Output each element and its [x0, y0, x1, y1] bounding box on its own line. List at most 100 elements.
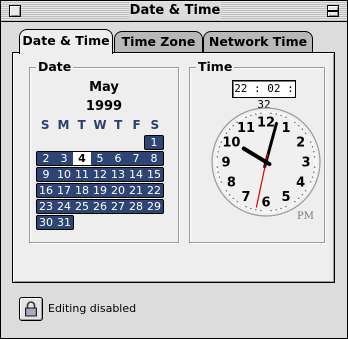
calendar-week-row: 2345678: [36, 151, 164, 166]
minute-tick: [245, 206, 247, 208]
calendar-day[interactable]: 24: [55, 200, 73, 213]
weekday-header: S: [150, 118, 160, 132]
clock-number: 1: [281, 121, 290, 136]
minute-tick: [217, 171, 219, 173]
minute-tick: [314, 166, 316, 168]
minute-tick: [311, 146, 314, 148]
time-field[interactable]: 22 : 02 : 32: [232, 80, 296, 111]
calendar-day[interactable]: 29: [145, 200, 163, 213]
minute-tick: [236, 200, 238, 203]
calendar-day[interactable]: 22: [145, 184, 163, 197]
minute-tick: [294, 200, 296, 203]
clock-center: [263, 159, 269, 165]
clock-number: 5: [281, 190, 290, 205]
minute-tick: [260, 112, 262, 114]
calendar-day[interactable]: 11: [73, 168, 91, 181]
minute-tick: [285, 206, 287, 208]
minute-tick: [250, 114, 252, 117]
clock-number: 11: [237, 121, 255, 136]
tab-network-time[interactable]: Network Time: [203, 31, 313, 52]
calendar-day-selected[interactable]: 4: [73, 152, 91, 165]
minute-tick: [314, 156, 316, 158]
calendar-day[interactable]: 16: [37, 184, 55, 197]
calendar-day[interactable]: 18: [73, 184, 91, 197]
minute-tick: [218, 176, 221, 178]
minute-tick: [232, 124, 234, 127]
minute-tick: [245, 116, 247, 118]
weekday-header-row: SMTWTFS: [36, 118, 164, 133]
clock-number: 10: [222, 136, 240, 151]
weekday-header: S: [40, 118, 50, 132]
minute-tick: [220, 181, 222, 183]
date-group-label: Date: [36, 59, 74, 74]
minute-tick: [275, 113, 277, 115]
calendar-day[interactable]: 2: [37, 152, 55, 165]
minute-tick: [270, 112, 272, 114]
minute-tick: [310, 141, 312, 143]
lock-icon: [25, 301, 37, 317]
calendar-day[interactable]: 13: [109, 168, 127, 181]
analog-clock: 12 12 3 45678 9 1011: [211, 107, 321, 217]
calendar-day[interactable]: 10: [55, 168, 73, 181]
minute-tick: [280, 207, 282, 210]
calendar-day[interactable]: 17: [55, 184, 73, 197]
calendar-day[interactable]: 30: [37, 216, 55, 229]
calendar-day[interactable]: 31: [55, 216, 73, 229]
title-bar[interactable]: Date & Time: [1, 1, 347, 22]
minute-tick: [218, 146, 221, 148]
weekday-header: T: [114, 118, 123, 132]
calendar-day[interactable]: 9: [37, 168, 55, 181]
calendar-week-row: 1: [144, 135, 164, 150]
calendar-day[interactable]: 21: [127, 184, 145, 197]
minute-tick: [313, 151, 315, 153]
date-time-window: Date & Time Date & Time Time Zone Networ…: [0, 0, 348, 339]
calendar-day[interactable]: 1: [145, 136, 163, 149]
minute-tick: [313, 171, 315, 173]
calendar-day[interactable]: 19: [91, 184, 109, 197]
minute-tick: [250, 207, 252, 210]
calendar-day[interactable]: 15: [145, 168, 163, 181]
minute-tick: [298, 124, 300, 127]
minute-tick: [232, 197, 234, 200]
calendar-day[interactable]: 3: [55, 152, 73, 165]
minute-tick: [255, 209, 257, 211]
clock-number: 2: [296, 136, 305, 151]
lock-button[interactable]: [19, 297, 43, 321]
tab-date-time[interactable]: Date & Time: [19, 29, 113, 54]
calendar-day[interactable]: 20: [109, 184, 127, 197]
calendar-day[interactable]: 5: [91, 152, 109, 165]
calendar-day[interactable]: 26: [91, 200, 109, 213]
minute-tick: [298, 197, 300, 200]
calendar-day[interactable]: 25: [73, 200, 91, 213]
minute-tick: [294, 121, 296, 124]
clock-number: 3: [301, 156, 310, 171]
minute-tick: [280, 114, 282, 117]
calendar-day[interactable]: 12: [91, 168, 109, 181]
minute-tick: [304, 132, 307, 134]
minute-tick: [217, 151, 219, 153]
calendar-day[interactable]: 28: [127, 200, 145, 213]
clock-number: 7: [241, 190, 250, 205]
minute-tick: [310, 181, 312, 183]
calendar-day[interactable]: 8: [145, 152, 163, 165]
clock-number: 12: [257, 116, 275, 131]
minute-tick: [301, 128, 304, 130]
close-box[interactable]: [9, 5, 21, 17]
tab-time-zone[interactable]: Time Zone: [114, 31, 203, 52]
window-title: Date & Time: [129, 2, 221, 20]
minute-tick: [311, 176, 314, 178]
calendar-day[interactable]: 23: [37, 200, 55, 213]
collapse-box[interactable]: [327, 5, 339, 17]
minute-tick: [285, 116, 287, 118]
weekday-header: W: [93, 118, 107, 132]
calendar-week-row: 23 24 25 26 27 28 29: [36, 199, 164, 214]
clock-number: 6: [261, 196, 270, 211]
calendar-day[interactable]: 27: [109, 200, 127, 213]
weekday-header: M: [57, 118, 70, 132]
calendar-day[interactable]: 6: [109, 152, 127, 165]
minute-tick: [225, 132, 228, 134]
minute-tick: [216, 166, 218, 168]
calendar-day[interactable]: 7: [127, 152, 145, 165]
calendar-week-row: 9 10 11 12 13 14 15: [36, 167, 164, 182]
calendar-day[interactable]: 14: [127, 168, 145, 181]
